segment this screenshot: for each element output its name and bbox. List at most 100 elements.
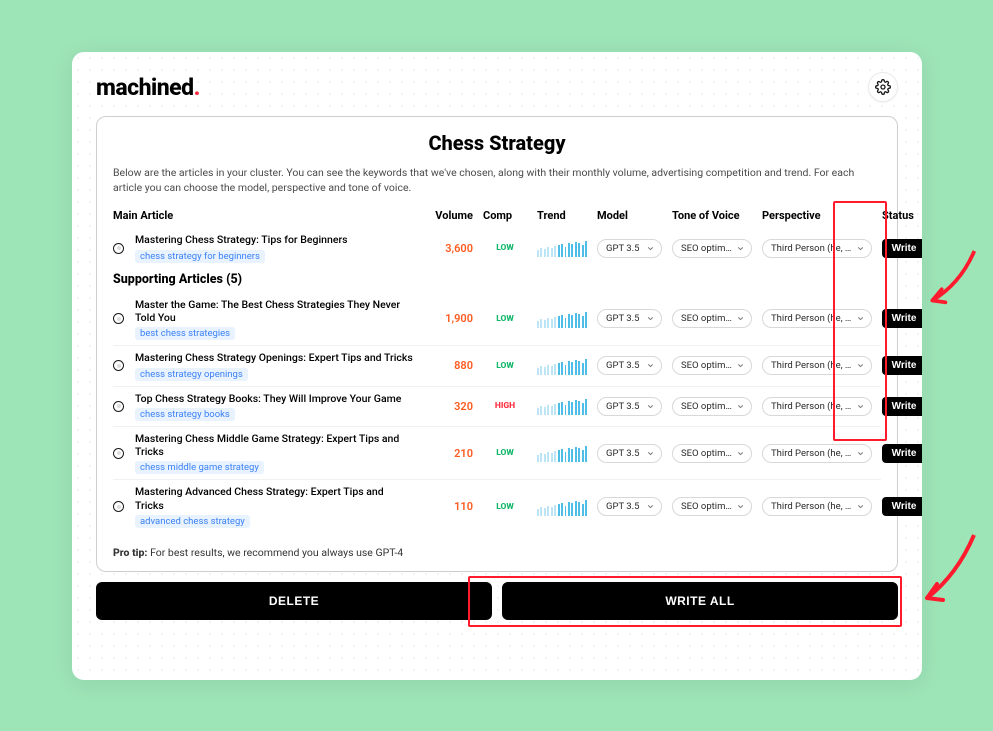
chevron-down-icon	[856, 502, 865, 511]
chevron-down-icon	[736, 402, 745, 411]
main-article-section: Mastering Chess Strategy: Tips for Begin…	[113, 228, 881, 267]
model-dropdown[interactable]: GPT 3.5	[597, 397, 662, 416]
volume-value: 880	[423, 359, 473, 372]
volume-value: 320	[423, 400, 473, 413]
trend-sparkline	[537, 239, 587, 257]
perspective-dropdown[interactable]: Third Person (he, she, it, t	[762, 444, 872, 463]
article-keyword: best chess strategies	[135, 327, 235, 340]
chevron-down-icon	[736, 244, 745, 253]
article-title-cell: Mastering Chess Strategy Openings: Exper…	[135, 351, 413, 380]
write-button[interactable]: Write	[882, 497, 922, 516]
annotation-arrow-icon	[919, 530, 979, 610]
tone-dropdown[interactable]: SEO optimized (	[672, 497, 752, 516]
col-model: Model	[597, 209, 662, 222]
article-keyword: chess strategy openings	[135, 368, 248, 381]
article-keyword: advanced chess strategy	[135, 515, 250, 528]
trend-sparkline	[537, 444, 587, 462]
col-tone: Tone of Voice	[672, 209, 752, 222]
chevron-down-icon	[646, 402, 655, 411]
chevron-down-icon	[736, 314, 745, 323]
select-radio[interactable]	[113, 313, 124, 324]
model-dropdown[interactable]: GPT 3.5	[597, 356, 662, 375]
chevron-down-icon	[856, 402, 865, 411]
article-keyword: chess strategy for beginners	[135, 250, 265, 263]
perspective-dropdown[interactable]: Third Person (he, she, it, t	[762, 239, 872, 258]
tone-dropdown[interactable]: SEO optimized (	[672, 356, 752, 375]
perspective-dropdown[interactable]: Third Person (he, she, it, t	[762, 397, 872, 416]
chevron-down-icon	[736, 449, 745, 458]
col-main: Main Article	[113, 209, 413, 222]
volume-value: 1,900	[423, 312, 473, 325]
model-dropdown[interactable]: GPT 3.5	[597, 239, 662, 258]
chevron-down-icon	[646, 502, 655, 511]
select-radio[interactable]	[113, 243, 124, 254]
table-row: Master the Game: The Best Chess Strategi…	[113, 293, 881, 347]
tone-dropdown[interactable]: SEO optimized (	[672, 444, 752, 463]
article-title: Mastering Chess Strategy Openings: Exper…	[135, 351, 413, 365]
write-all-button[interactable]: WRITE ALL	[502, 582, 898, 620]
comp-badge: HIGH	[483, 401, 527, 411]
delete-button[interactable]: DELETE	[96, 582, 492, 620]
table-row: Mastering Advanced Chess Strategy: Exper…	[113, 480, 881, 533]
model-dropdown[interactable]: GPT 3.5	[597, 309, 662, 328]
write-button[interactable]: Write	[882, 309, 922, 328]
supporting-section: Master the Game: The Best Chess Strategi…	[113, 293, 881, 534]
col-perspective: Perspective	[762, 209, 872, 222]
annotation-arrow-icon	[923, 244, 979, 314]
trend-sparkline	[537, 310, 587, 328]
trend-sparkline	[537, 397, 587, 415]
model-dropdown[interactable]: GPT 3.5	[597, 444, 662, 463]
article-title-cell: Mastering Advanced Chess Strategy: Exper…	[135, 485, 413, 528]
perspective-dropdown[interactable]: Third Person (he, she, it, t	[762, 356, 872, 375]
col-trend: Trend	[537, 209, 587, 222]
settings-button[interactable]	[868, 72, 898, 102]
brand-dot: .	[194, 74, 200, 101]
article-title-cell: Mastering Chess Strategy: Tips for Begin…	[135, 233, 413, 262]
comp-badge: LOW	[483, 314, 527, 324]
chevron-down-icon	[856, 314, 865, 323]
comp-badge: LOW	[483, 243, 527, 253]
tone-dropdown[interactable]: SEO optimized (	[672, 309, 752, 328]
select-radio[interactable]	[113, 448, 124, 459]
cluster-card: Chess Strategy Below are the articles in…	[96, 116, 898, 572]
pro-tip: Pro tip: For best results, we recommend …	[113, 546, 403, 559]
page-intro: Below are the articles in your cluster. …	[113, 165, 881, 195]
volume-value: 110	[423, 500, 473, 513]
table-header: Main Article Volume Comp Trend Model Ton…	[113, 209, 881, 222]
table-row: Mastering Chess Middle Game Strategy: Ex…	[113, 427, 881, 481]
gear-icon	[875, 79, 891, 95]
article-title: Top Chess Strategy Books: They Will Impr…	[135, 392, 413, 406]
table-row: Mastering Chess Strategy Openings: Exper…	[113, 346, 881, 386]
write-button[interactable]: Write	[882, 444, 922, 463]
perspective-dropdown[interactable]: Third Person (he, she, it, t	[762, 309, 872, 328]
select-radio[interactable]	[113, 360, 124, 371]
chevron-down-icon	[646, 449, 655, 458]
perspective-dropdown[interactable]: Third Person (he, she, it, t	[762, 497, 872, 516]
select-radio[interactable]	[113, 501, 124, 512]
supporting-header: Supporting Articles (5)	[113, 272, 881, 287]
article-keyword: chess middle game strategy	[135, 461, 264, 474]
article-title: Master the Game: The Best Chess Strategi…	[135, 298, 413, 325]
write-button[interactable]: Write	[882, 397, 922, 416]
pro-tip-label: Pro tip:	[113, 546, 147, 559]
chevron-down-icon	[736, 361, 745, 370]
article-title-cell: Master the Game: The Best Chess Strategi…	[135, 298, 413, 341]
chevron-down-icon	[856, 361, 865, 370]
write-button[interactable]: Write	[882, 239, 922, 258]
tone-dropdown[interactable]: SEO optimized (	[672, 397, 752, 416]
article-title-cell: Mastering Chess Middle Game Strategy: Ex…	[135, 432, 413, 475]
tone-dropdown[interactable]: SEO optimized (	[672, 239, 752, 258]
volume-value: 210	[423, 447, 473, 460]
select-radio[interactable]	[113, 401, 124, 412]
chevron-down-icon	[646, 361, 655, 370]
article-keyword: chess strategy books	[135, 408, 235, 421]
table-row: Top Chess Strategy Books: They Will Impr…	[113, 387, 881, 427]
brand-logo: machined.	[96, 74, 200, 101]
col-status: Status	[882, 209, 922, 222]
top-bar: machined.	[96, 72, 898, 102]
article-title: Mastering Chess Strategy: Tips for Begin…	[135, 233, 413, 247]
write-button[interactable]: Write	[882, 356, 922, 375]
model-dropdown[interactable]: GPT 3.5	[597, 497, 662, 516]
article-title-cell: Top Chess Strategy Books: They Will Impr…	[135, 392, 413, 421]
brand-name: machined	[96, 74, 194, 101]
